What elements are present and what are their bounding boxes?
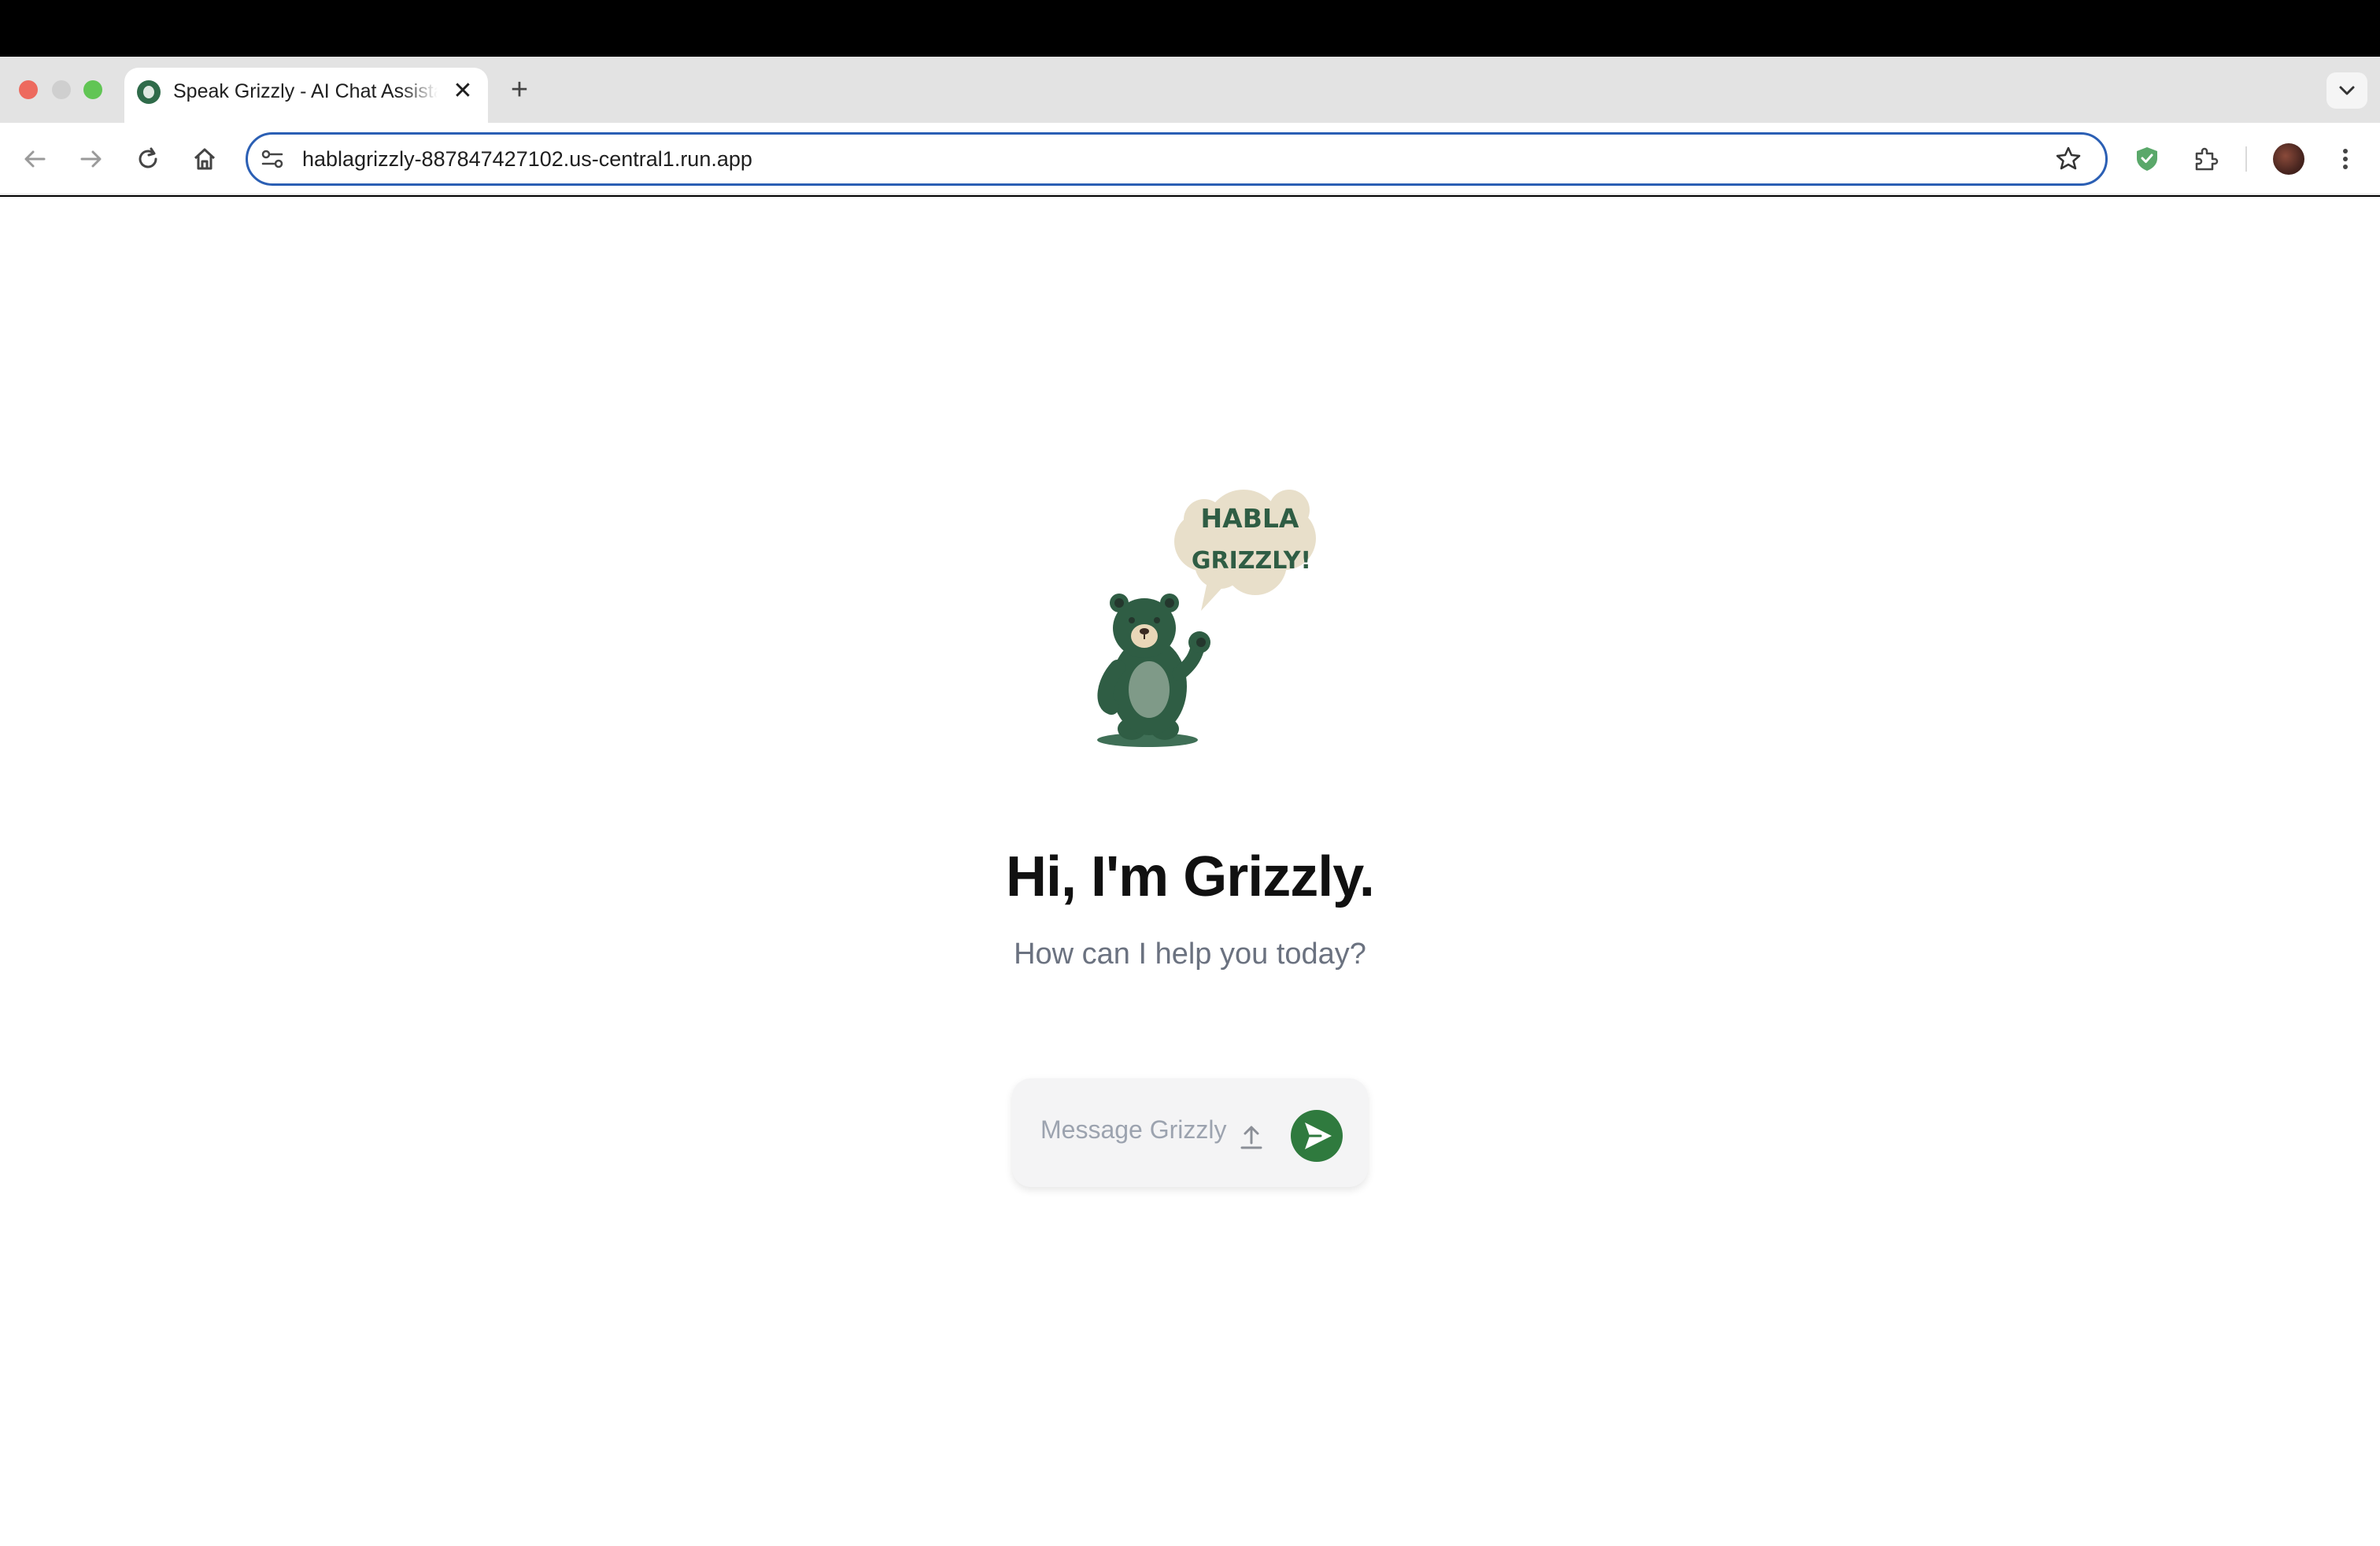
hero-title: Hi, I'm Grizzly. <box>1006 845 1375 908</box>
profile-avatar[interactable] <box>2273 143 2304 175</box>
kebab-menu-icon[interactable] <box>2330 143 2361 175</box>
shield-extension-icon[interactable] <box>2131 143 2163 175</box>
screen-top-bar <box>0 0 2380 57</box>
tab-close-icon[interactable]: ✕ <box>449 77 477 105</box>
speech-bubble-line1: HABLA <box>1201 503 1299 534</box>
window-minimize-button[interactable] <box>52 80 71 99</box>
message-input[interactable] <box>1040 1111 1237 1148</box>
speech-bubble: HABLA GRIZZLY! <box>1174 490 1316 611</box>
upload-icon[interactable] <box>1237 1119 1266 1151</box>
send-arrow-icon <box>1305 1123 1332 1149</box>
reload-icon[interactable] <box>132 143 164 175</box>
bear-icon <box>1097 594 1210 747</box>
home-icon[interactable] <box>189 143 220 175</box>
tab-title: Speak Grizzly - AI Chat Assistant <box>173 80 438 102</box>
back-icon[interactable] <box>19 143 50 175</box>
tab-search-button[interactable] <box>2326 72 2367 109</box>
extensions-puzzle-icon[interactable] <box>2190 143 2221 175</box>
address-bar-url[interactable]: hablagrizzly-887847427102.us-central1.ru… <box>302 145 752 173</box>
grizzly-favicon-icon <box>137 80 161 104</box>
chevron-down-icon <box>2339 86 2355 95</box>
window-close-button[interactable] <box>19 80 38 99</box>
speech-bubble-line2: GRIZZLY! <box>1192 547 1311 575</box>
grizzly-mascot-illustration: HABLA GRIZZLY! <box>1097 490 1316 747</box>
hero-subtitle: How can I help you today? <box>1014 938 1366 971</box>
send-button[interactable] <box>1291 1110 1343 1162</box>
bookmark-star-icon[interactable] <box>2053 143 2084 175</box>
window-maximize-button[interactable] <box>83 80 102 99</box>
toolbar-divider <box>2245 146 2247 172</box>
site-settings-icon[interactable] <box>257 143 288 175</box>
forward-icon[interactable] <box>76 143 107 175</box>
new-tab-button[interactable]: + <box>504 74 535 105</box>
